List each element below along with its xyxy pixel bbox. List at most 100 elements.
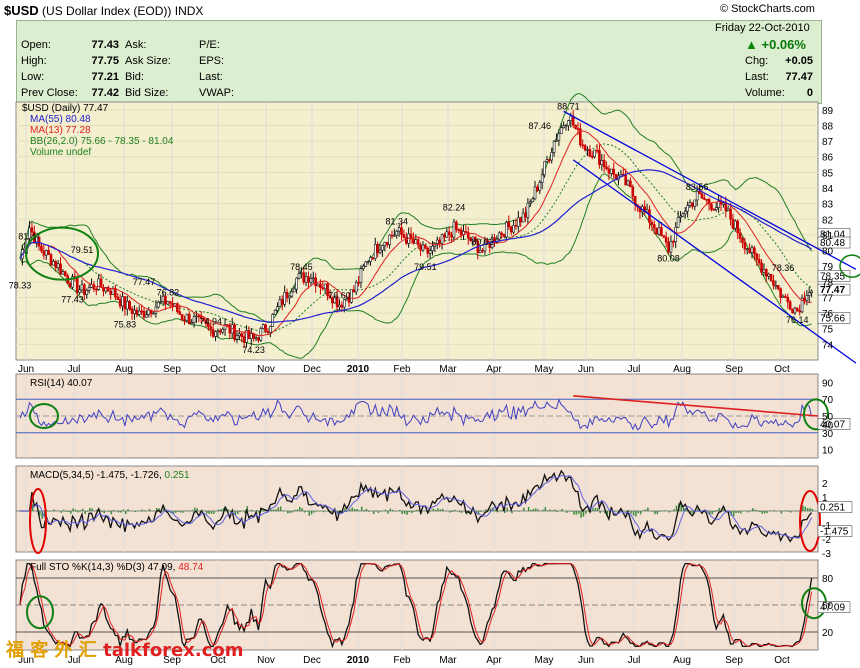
price-extreme-label: 79.51 — [414, 262, 437, 272]
macd-hist-bar — [296, 509, 299, 511]
macd-hist-bar — [566, 511, 568, 513]
candle-body — [42, 250, 46, 256]
candle-body — [652, 224, 656, 229]
candle-body — [95, 288, 98, 291]
macd-hist-bar — [458, 511, 461, 513]
candle-body — [681, 213, 685, 217]
candle-body — [607, 168, 611, 174]
price-tick-label: 77 — [822, 293, 834, 304]
macd-hist-bar — [716, 510, 718, 511]
candle-body — [514, 224, 518, 227]
macd-hist-bar — [72, 508, 74, 511]
price-tick-label: 79 — [822, 262, 834, 273]
candle-body — [714, 207, 718, 211]
candle-body — [393, 234, 396, 237]
candle-body — [56, 263, 60, 268]
candle-body — [581, 144, 585, 147]
macd-hist-bar — [756, 509, 759, 511]
macd-hist-bar — [210, 511, 213, 514]
macd-hist-bar — [535, 508, 537, 511]
candle-body — [667, 241, 670, 253]
price-tick-label: 78 — [822, 278, 834, 289]
candle-body — [726, 208, 730, 211]
macd-hist-bar — [759, 511, 761, 513]
candle-body — [323, 283, 327, 290]
month-label: May — [535, 364, 554, 375]
legend-macd-hist: 0.251 — [165, 470, 190, 481]
sto-tick-label: 80 — [822, 574, 834, 585]
macd-hist-bar — [67, 511, 70, 513]
candle-body — [548, 159, 551, 161]
price-extreme-label: 76.82 — [157, 287, 180, 297]
candle-body — [564, 125, 568, 127]
candle-body — [762, 269, 766, 273]
candle-body — [49, 254, 53, 266]
macd-hist-bar — [585, 511, 587, 514]
month-label: Mar — [439, 364, 457, 375]
candle-body — [531, 198, 534, 203]
macd-hist-bar — [303, 511, 306, 513]
candle-body — [269, 325, 272, 333]
macd-hist-bar — [322, 511, 325, 513]
price-tick-label: 83 — [822, 200, 834, 211]
macd-hist-bar — [65, 511, 67, 512]
candle-body — [435, 239, 439, 244]
candle-body — [259, 328, 263, 341]
macd-hist-bar — [461, 511, 463, 513]
macd-hist-bar — [568, 511, 570, 512]
macd-hist-bar — [217, 509, 220, 511]
macd-hist-bar — [89, 507, 91, 511]
candle-body — [443, 234, 446, 238]
candle-body — [254, 337, 258, 340]
macd-hist-bar — [353, 508, 356, 511]
price-tick-label: 75 — [822, 325, 834, 336]
month-label: 2010 — [347, 364, 370, 375]
candle-body — [457, 229, 461, 231]
candle-body — [340, 304, 344, 308]
candle-body — [738, 232, 742, 239]
candle-body — [128, 301, 131, 310]
candle-body — [54, 261, 58, 268]
candle-body — [192, 316, 196, 323]
candle-body — [712, 209, 716, 211]
month-label-bottom: Jul — [628, 655, 641, 666]
macd-hist-bar — [597, 507, 599, 511]
price-extreme-label: 80.03 — [471, 237, 494, 247]
macd-hist-bar — [120, 511, 122, 513]
macd-hist-bar — [761, 511, 764, 514]
macd-hist-bar — [205, 511, 208, 514]
candle-body — [373, 244, 377, 259]
month-label: Jul — [68, 364, 81, 375]
macd-hist-bar — [451, 511, 454, 513]
macd-hist-bar — [811, 508, 814, 511]
month-label-bottom: Oct — [774, 655, 790, 666]
month-label: Jun — [18, 364, 34, 375]
macd-hist-bar — [413, 511, 415, 512]
candle-body — [774, 285, 778, 287]
candle-body — [655, 227, 658, 235]
candle-body — [543, 161, 546, 176]
candle-body — [648, 209, 651, 223]
candle-body — [302, 272, 306, 283]
candle-body — [519, 217, 523, 223]
candle-body — [810, 290, 813, 293]
macd-hist-bar — [391, 509, 394, 511]
macd-hist-bar — [501, 509, 504, 511]
month-label: Jun — [578, 364, 594, 375]
macd-hist-bar — [659, 511, 661, 512]
candle-body — [610, 168, 613, 174]
candle-body — [786, 296, 790, 303]
macd-hist-bar — [587, 511, 589, 512]
watermark-cn: 福 客 外 汇 — [6, 640, 97, 661]
price-tick-label: 84 — [822, 184, 834, 195]
candle-body — [304, 276, 308, 283]
macd-hist-bar — [780, 511, 783, 514]
macd-hist-bar — [768, 510, 771, 511]
macd-tick-label: -3 — [822, 549, 831, 560]
macd-hist-bar — [48, 511, 51, 512]
macd-hist-bar — [275, 509, 277, 511]
macd-hist-bar — [718, 507, 721, 511]
macd-hist-bar — [387, 511, 389, 514]
candle-body — [765, 269, 768, 277]
candle-body — [133, 309, 136, 314]
